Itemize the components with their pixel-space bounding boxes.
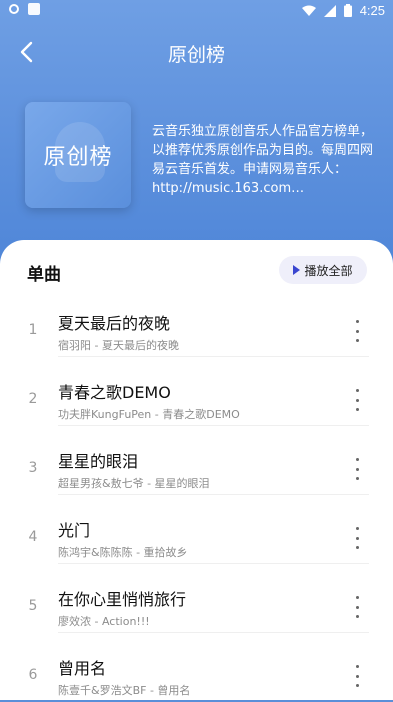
play-icon bbox=[293, 265, 301, 275]
song-row[interactable]: 2 青春之歌DEMO 功夫胖KungFuPen - 青春之歌DEMO bbox=[0, 357, 393, 426]
more-vertical-icon bbox=[355, 389, 359, 392]
more-vertical-icon bbox=[355, 458, 359, 461]
song-subtitle: 廖效浓 - Action!!! bbox=[58, 615, 150, 628]
song-rank: 1 bbox=[28, 322, 38, 338]
playlist-cover[interactable]: 原创榜 bbox=[25, 102, 131, 208]
more-button[interactable] bbox=[347, 458, 367, 480]
clock: 4:25 bbox=[359, 3, 385, 18]
song-row[interactable]: 4 光门 陈鸿宇&陈陈陈 - 重拾故乡 bbox=[0, 495, 393, 564]
battery-icon bbox=[343, 4, 352, 17]
more-vertical-icon bbox=[355, 665, 359, 668]
song-subtitle: 功夫胖KungFuPen - 青春之歌DEMO bbox=[58, 408, 240, 421]
more-button[interactable] bbox=[347, 389, 367, 411]
more-button[interactable] bbox=[347, 320, 367, 342]
song-title: 青春之歌DEMO bbox=[58, 383, 171, 402]
song-title: 星星的眼泪 bbox=[58, 452, 139, 471]
song-row[interactable]: 3 星星的眼泪 超星男孩&敖七爷 - 星星的眼泪 bbox=[0, 426, 393, 495]
song-list: 1 夏天最后的夜晚 宿羽阳 - 夏天最后的夜晚 2 青春之歌DEMO 功夫胖Ku… bbox=[0, 288, 393, 702]
song-row[interactable]: 6 曾用名 陈壹千&罗浩文BF - 曾用名 bbox=[0, 633, 393, 702]
more-button[interactable] bbox=[347, 527, 367, 549]
song-title: 曾用名 bbox=[58, 659, 107, 678]
more-vertical-icon bbox=[355, 527, 359, 530]
more-vertical-icon bbox=[355, 596, 359, 599]
song-subtitle: 宿羽阳 - 夏天最后的夜晚 bbox=[58, 339, 179, 352]
song-sheet: 单曲 播放全部 1 夏天最后的夜晚 宿羽阳 - 夏天最后的夜晚 2 青春之歌DE… bbox=[0, 240, 393, 700]
song-rank: 4 bbox=[28, 529, 38, 545]
page-title: 原创榜 bbox=[167, 44, 225, 66]
song-rank: 2 bbox=[28, 391, 38, 407]
song-rank: 6 bbox=[28, 667, 38, 683]
song-row[interactable]: 1 夏天最后的夜晚 宿羽阳 - 夏天最后的夜晚 bbox=[0, 288, 393, 357]
settings-icon bbox=[9, 4, 19, 14]
wifi-icon bbox=[301, 5, 316, 16]
play-all-label: 播放全部 bbox=[304, 263, 353, 278]
song-rank: 3 bbox=[28, 460, 38, 476]
song-subtitle: 超星男孩&敖七爷 - 星星的眼泪 bbox=[58, 477, 210, 490]
song-title: 光门 bbox=[58, 521, 91, 540]
more-vertical-icon bbox=[355, 320, 359, 323]
section-title: 单曲 bbox=[27, 265, 61, 285]
song-row[interactable]: 5 在你心里悄悄旅行 廖效浓 - Action!!! bbox=[0, 564, 393, 633]
status-bar: 4:25 bbox=[0, 0, 393, 22]
song-rank: 5 bbox=[28, 598, 38, 614]
top-bar: 原创榜 bbox=[0, 28, 393, 76]
song-subtitle: 陈壹千&罗浩文BF - 曾用名 bbox=[58, 684, 191, 697]
song-title: 在你心里悄悄旅行 bbox=[58, 590, 187, 609]
more-button[interactable] bbox=[347, 665, 367, 687]
playlist-description[interactable]: 云音乐独立原创音乐人作品官方榜单，以推荐优秀原创作品为目的。每周四网易云音乐首发… bbox=[152, 122, 377, 198]
song-title: 夏天最后的夜晚 bbox=[58, 314, 171, 333]
signal-icon bbox=[323, 4, 336, 17]
app-notification-icon bbox=[28, 3, 40, 15]
song-subtitle: 陈鸿宇&陈陈陈 - 重拾故乡 bbox=[58, 546, 188, 559]
play-all-button[interactable]: 播放全部 bbox=[279, 256, 367, 284]
cover-text: 原创榜 bbox=[43, 145, 113, 170]
more-button[interactable] bbox=[347, 596, 367, 618]
